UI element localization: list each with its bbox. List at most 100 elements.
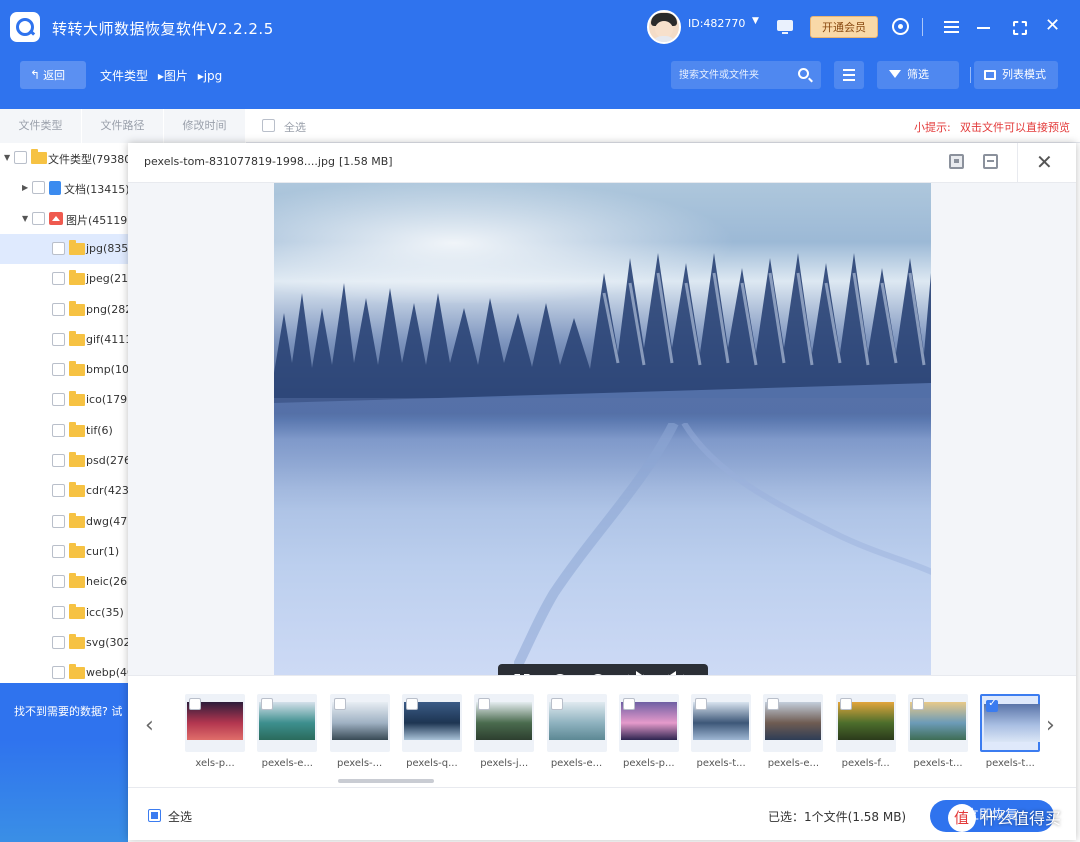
user-id[interactable]: ID:482770	[688, 17, 745, 30]
thumbnail-checkbox[interactable]	[550, 698, 563, 710]
select-all-checkbox[interactable]	[148, 809, 161, 822]
thumbnail[interactable]: pexels-...	[329, 694, 390, 774]
monitor-icon[interactable]	[777, 20, 793, 34]
tree-item[interactable]: bmp(100)	[0, 355, 128, 385]
thumbnail-scrollbar[interactable]	[338, 779, 434, 783]
thumbnail-checkbox[interactable]	[695, 698, 708, 710]
thumbnail[interactable]: xels-p...	[185, 694, 245, 774]
tip-text: 双击文件可以直接预览	[960, 121, 1070, 134]
tree-item-checkbox[interactable]	[52, 423, 65, 437]
tree-item-checkbox[interactable]	[52, 635, 65, 649]
user-avatar[interactable]	[647, 10, 681, 44]
tree-item-checkbox[interactable]	[52, 454, 65, 467]
search-icon[interactable]	[798, 68, 809, 79]
chevron-left-icon[interactable]: ‹	[145, 713, 154, 738]
tree-item-checkbox[interactable]	[52, 393, 65, 407]
tree-item-checkbox[interactable]	[52, 544, 65, 558]
tree-item-checkbox[interactable]	[52, 363, 65, 377]
tree-item-checkbox[interactable]	[52, 241, 65, 255]
thumbnail-checkbox[interactable]	[405, 698, 418, 710]
expand-arrow-icon[interactable]: ▼	[22, 214, 28, 223]
thumbnail-checkbox[interactable]	[333, 698, 346, 710]
tree-item[interactable]: png(28279	[0, 295, 128, 325]
thumbnail-checkbox[interactable]	[261, 698, 274, 710]
tree-item-checkbox[interactable]	[32, 211, 45, 225]
support-icon[interactable]	[892, 18, 909, 35]
select-all-label: 全选	[168, 810, 193, 824]
breadcrumb-item[interactable]: 文件类型	[100, 69, 148, 83]
thumbnail[interactable]: pexels-e...	[257, 694, 318, 774]
tree-item-checkbox[interactable]	[52, 605, 65, 619]
thumbnail[interactable]: pexels-t...	[908, 694, 968, 774]
tree-item-checkbox[interactable]	[14, 151, 27, 164]
help-banner[interactable]: 找不到需要的数据? 试	[0, 683, 128, 740]
thumbnail-checkbox[interactable]	[189, 698, 201, 710]
close-preview-icon[interactable]: ✕	[1036, 150, 1053, 174]
search-input[interactable]	[679, 67, 787, 83]
tree-item-label: 文件类型(79380	[48, 153, 128, 166]
tree-item[interactable]: jpeg(21)	[0, 264, 128, 294]
breadcrumb-item[interactable]: ▸jpg	[198, 69, 223, 83]
menu-icon[interactable]	[944, 21, 959, 33]
thumbnail[interactable]: pexels-e...	[546, 694, 607, 774]
tree-item-checkbox[interactable]	[52, 272, 65, 286]
tree-item-checkbox[interactable]	[52, 484, 65, 498]
collapse-arrow-icon[interactable]: ▶	[22, 183, 28, 192]
thumbnail[interactable]: pexels-f...	[835, 694, 896, 774]
thumbnail-checkbox[interactable]	[478, 698, 491, 710]
tree-item[interactable]: icc(35)	[0, 598, 128, 628]
tree-item-checkbox[interactable]	[52, 302, 65, 316]
thumbnail[interactable]: pexels-t...	[691, 694, 752, 774]
user-dropdown-caret-icon[interactable]: ▼	[752, 16, 759, 26]
tree-item-checkbox[interactable]	[32, 181, 45, 195]
thumbnail[interactable]: pexels-p...	[618, 694, 679, 774]
tree-item-checkbox[interactable]	[52, 514, 65, 528]
tree-item-checkbox[interactable]	[52, 666, 65, 680]
select-all-checkbox-top[interactable]	[262, 119, 275, 132]
thumbnail-checkbox[interactable]	[912, 698, 924, 710]
vip-button[interactable]: 开通会员	[810, 16, 878, 38]
tree-item[interactable]: tif(6)	[0, 416, 128, 446]
thumbnail[interactable]: pexels-j...	[474, 694, 535, 774]
chevron-right-icon[interactable]: ›	[1046, 713, 1055, 738]
tree-item[interactable]: jpg(8356)	[0, 233, 128, 264]
tab-file-type[interactable]: 文件类型	[0, 109, 82, 143]
tree-item[interactable]: cdr(423)	[0, 476, 128, 506]
tree-item[interactable]: dwg(478)	[0, 507, 128, 537]
thumbnail-checkbox[interactable]	[622, 698, 635, 710]
thumbnail[interactable]: pexels-e...	[763, 694, 824, 774]
list-mode-button[interactable]: 列表模式	[974, 61, 1058, 89]
thumbnail[interactable]: pexels-q...	[401, 694, 462, 774]
filter-button[interactable]: 筛选	[877, 61, 959, 89]
thumbnail-checkbox[interactable]	[986, 698, 999, 712]
expand-arrow-icon[interactable]: ▼	[4, 153, 10, 162]
minimize-icon[interactable]	[977, 27, 990, 29]
tree-item[interactable]: heic(26)	[0, 567, 128, 597]
view-toggle-button[interactable]	[834, 61, 864, 89]
export-icon[interactable]	[983, 154, 998, 169]
save-icon[interactable]	[949, 154, 964, 169]
thumbnail[interactable]: pexels-t...	[980, 694, 1041, 774]
tab-modified-time[interactable]: 修改时间	[164, 109, 246, 143]
tree-item[interactable]: gif(4111)	[0, 325, 128, 355]
preview-image[interactable]	[274, 183, 931, 675]
tree-item-checkbox[interactable]	[52, 575, 65, 589]
tree-item[interactable]: cur(1)	[0, 537, 128, 567]
back-button[interactable]: ↰ 返回	[20, 61, 86, 89]
breadcrumb-item[interactable]: ▸图片	[158, 69, 188, 83]
tree-item[interactable]: ▶ 文档(13415)	[0, 173, 128, 203]
tree-item[interactable]: psd(2762)	[0, 446, 128, 476]
preview-file-size: [1.58 MB]	[338, 155, 393, 168]
tree-item[interactable]: ▼ 文件类型(79380	[0, 143, 128, 173]
tab-file-path[interactable]: 文件路径	[82, 109, 164, 143]
tree-item[interactable]: svg(302)	[0, 628, 128, 658]
thumbnail-checkbox[interactable]	[839, 698, 852, 710]
tree-item[interactable]: ico(179)	[0, 385, 128, 415]
maximize-icon[interactable]	[1013, 21, 1027, 35]
watermark-text: 什么值得买	[981, 809, 1062, 828]
thumbnail-checkbox[interactable]	[767, 698, 780, 710]
tree-item-checkbox[interactable]	[52, 332, 65, 346]
tree-item[interactable]: ▼ 图片(45119)	[0, 204, 128, 234]
close-window-icon[interactable]: ✕	[1045, 16, 1060, 36]
tree-item[interactable]: webp(40)	[0, 658, 128, 683]
